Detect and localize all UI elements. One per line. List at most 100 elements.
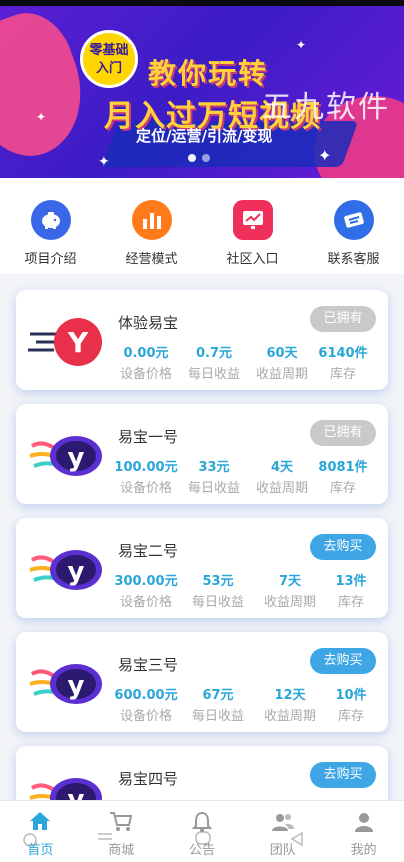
carousel-dot-active[interactable] — [188, 154, 196, 162]
watermark: 五九软件 — [262, 90, 390, 125]
stat-value: 100.00元 — [114, 460, 178, 475]
stat-label: 设备价格 — [119, 709, 172, 724]
bar-chart-icon — [131, 200, 172, 240]
stat-label: 库存 — [337, 709, 364, 724]
tab-label: 公告 — [188, 843, 215, 858]
bottom-tab-bar: 首页 商城 公告 团队 我的 — [0, 800, 404, 862]
svg-text:y: y — [68, 557, 85, 587]
tab-label: 首页 — [27, 843, 54, 858]
stat-stock: 10件 库存 — [326, 684, 376, 724]
banner-title: 教你玩转 — [148, 57, 269, 90]
stat-daily: 0.7元 每日收益 — [184, 342, 244, 382]
stat-value: 0.7元 — [195, 346, 233, 361]
user-icon — [323, 811, 404, 833]
product-card[interactable]: Y 体验易宝 已拥有 0.00元 设备价格 0.7元 每日收益 60天 收益周期… — [16, 290, 388, 390]
product-logo-icon: y — [29, 664, 102, 704]
carousel-dot[interactable] — [202, 154, 210, 162]
banner-subtitle: 定位/运营/引流/变现 — [136, 127, 273, 145]
product-logo-icon: y — [29, 436, 102, 476]
buy-button[interactable]: 去购买 — [310, 648, 376, 674]
tab-home[interactable]: 首页 — [0, 801, 81, 862]
stat-value: 53元 — [202, 574, 234, 589]
stat-value: 600.00元 — [114, 688, 178, 703]
stat-value: 300.00元 — [114, 574, 178, 589]
stat-label: 每日收益 — [187, 481, 240, 496]
stat-price: 300.00元 设备价格 — [114, 570, 178, 610]
svg-text:y: y — [68, 443, 85, 473]
stat-label: 设备价格 — [119, 481, 172, 496]
quick-item-community[interactable]: 社区入口 — [213, 200, 293, 274]
stat-label: 库存 — [337, 595, 364, 610]
tab-announcement[interactable]: 公告 — [162, 801, 243, 862]
ticket-icon — [333, 200, 374, 240]
quick-item-project-intro[interactable]: 项目介绍 — [11, 200, 91, 274]
product-card[interactable]: y 易宝二号 去购买 300.00元 设备价格 53元 每日收益 7天 收益周期… — [16, 518, 388, 618]
cart-icon — [81, 811, 162, 833]
product-logo-icon: y — [29, 550, 102, 590]
stat-label: 收益周期 — [263, 709, 316, 724]
stat-value: 67元 — [202, 688, 234, 703]
sparkle-icon: ✦ — [36, 110, 47, 124]
stat-value: 8081件 — [318, 460, 368, 475]
tab-mall[interactable]: 商城 — [81, 801, 162, 862]
tab-label: 我的 — [350, 843, 377, 858]
stat-price: 600.00元 设备价格 — [114, 684, 178, 724]
product-card[interactable]: y 易宝三号 去购买 600.00元 设备价格 67元 每日收益 12天 收益周… — [16, 632, 388, 732]
stat-price: 0.00元 设备价格 — [118, 342, 174, 382]
stat-label: 收益周期 — [255, 367, 308, 382]
buy-button[interactable]: 去购买 — [310, 534, 376, 560]
stat-daily: 33元 每日收益 — [184, 456, 244, 496]
stat-price: 100.00元 设备价格 — [114, 456, 178, 496]
banner-badge-line1: 零基础 — [89, 43, 129, 58]
stat-value: 12天 — [274, 688, 306, 703]
banner-badge: 零基础 入门 — [80, 30, 138, 88]
owned-button[interactable]: 已拥有 — [310, 420, 376, 446]
stat-stock: 6140件 库存 — [318, 342, 368, 382]
stat-value: 13件 — [335, 574, 367, 589]
stat-label: 库存 — [329, 481, 356, 496]
team-icon — [242, 811, 323, 833]
stat-stock: 8081件 库存 — [318, 456, 368, 496]
stat-value: 33元 — [198, 460, 230, 475]
stat-period: 4天 收益周期 — [252, 456, 312, 496]
sparkle-icon: ✦ — [98, 154, 110, 170]
stat-label: 收益周期 — [263, 595, 316, 610]
svg-text:y: y — [68, 671, 85, 701]
stat-label: 收益周期 — [255, 481, 308, 496]
stat-value: 7天 — [278, 574, 302, 589]
tab-label: 商城 — [108, 843, 135, 858]
stat-period: 12天 收益周期 — [260, 684, 320, 724]
trend-monitor-icon — [232, 200, 273, 240]
quick-item-label: 经营模式 — [125, 252, 178, 267]
promo-banner[interactable]: ✦ ✦ ✦ ✦ 零基础 入门 教你玩转 月入过万短视频 定位/运营/引流/变现 … — [0, 6, 404, 178]
stat-label: 每日收益 — [187, 367, 240, 382]
quick-item-label: 项目介绍 — [24, 252, 77, 267]
quick-item-business-model[interactable]: 经营模式 — [112, 200, 192, 274]
stat-value: 0.00元 — [123, 346, 169, 361]
buy-button[interactable]: 去购买 — [310, 762, 376, 788]
stat-label: 设备价格 — [119, 595, 172, 610]
quick-menu: 项目介绍 经营模式 社区入口 联系客服 — [0, 178, 404, 274]
stat-daily: 53元 每日收益 — [188, 570, 248, 610]
tab-mine[interactable]: 我的 — [323, 801, 404, 862]
sparkle-icon: ✦ — [296, 38, 307, 52]
quick-item-customer-service[interactable]: 联系客服 — [314, 200, 394, 274]
product-name: 易宝二号 — [118, 542, 179, 560]
quick-item-label: 社区入口 — [226, 252, 279, 267]
bell-icon — [162, 811, 243, 833]
banner-decoration — [0, 6, 101, 171]
stat-value: 10件 — [335, 688, 367, 703]
svg-text:Y: Y — [67, 326, 89, 359]
stat-period: 7天 收益周期 — [260, 570, 320, 610]
stat-stock: 13件 库存 — [326, 570, 376, 610]
tab-label: 团队 — [269, 843, 296, 858]
stat-period: 60天 收益周期 — [252, 342, 312, 382]
stat-label: 每日收益 — [191, 595, 244, 610]
product-card[interactable]: y 易宝一号 已拥有 100.00元 设备价格 33元 每日收益 4天 收益周期… — [16, 404, 388, 504]
owned-button[interactable]: 已拥有 — [310, 306, 376, 332]
sparkle-icon: ✦ — [318, 146, 332, 165]
carousel-dots[interactable] — [188, 154, 210, 162]
product-name: 体验易宝 — [118, 314, 179, 332]
tab-team[interactable]: 团队 — [242, 801, 323, 862]
stat-value: 60天 — [266, 346, 298, 361]
